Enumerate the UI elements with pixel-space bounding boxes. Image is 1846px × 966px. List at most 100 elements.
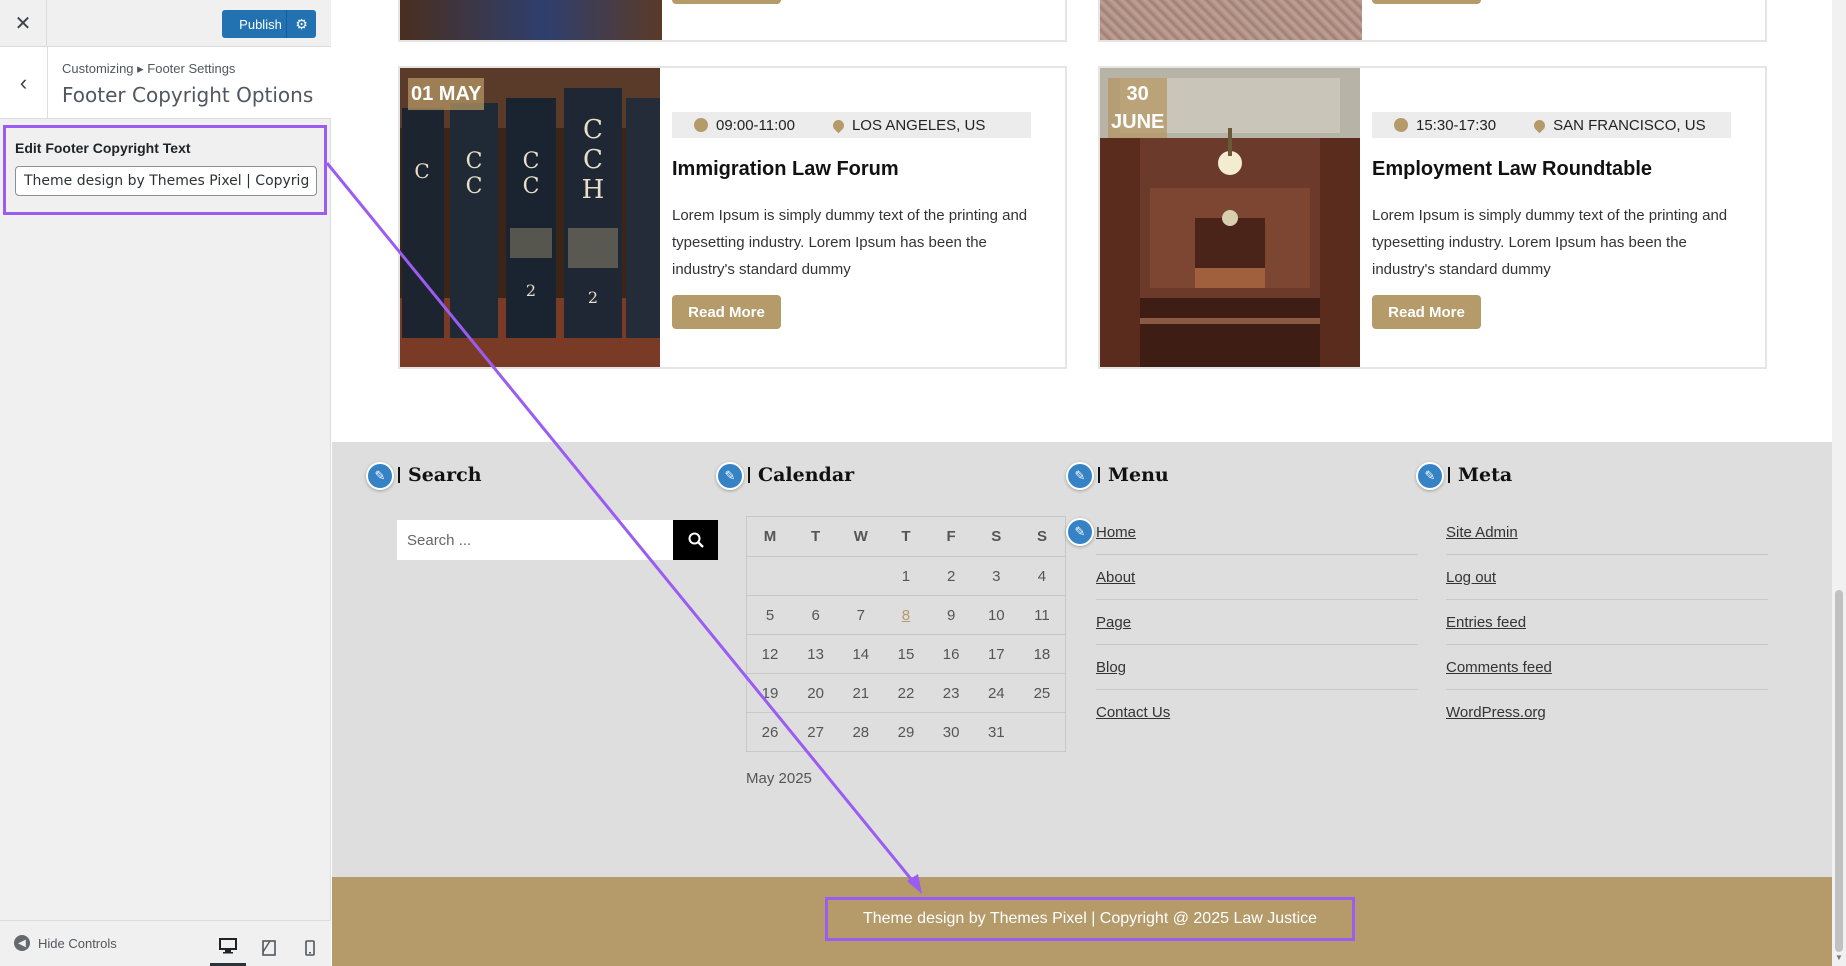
edit-pencil-icon[interactable]: ✎ — [716, 462, 744, 490]
widget-title-calendar: Calendar — [748, 464, 854, 486]
list-item-link[interactable]: Log out — [1446, 555, 1768, 600]
calendar-day-header: T — [883, 516, 929, 557]
event-time-label: 15:30-17:30 — [1416, 116, 1497, 134]
event-location-label: SAN FRANCISCO, US — [1553, 116, 1706, 134]
calendar-day-cell: 16 — [928, 634, 974, 674]
hide-controls-label: Hide Controls — [38, 935, 117, 951]
site-preview: C C C C C C C H 2 2 01 MAY 09:00-11:00 L… — [332, 0, 1832, 966]
title-bar-icon — [1448, 467, 1450, 483]
event-card-partial — [398, 0, 1067, 42]
widget-title-menu: Menu — [1098, 464, 1169, 486]
svg-text:C: C — [523, 149, 540, 174]
widget-title-label: Search — [408, 464, 482, 486]
calendar-day-cell: 2 — [928, 556, 974, 596]
search-input[interactable]: Search ... — [397, 520, 673, 560]
breadcrumb: Customizing ▸ Footer Settings — [62, 61, 236, 76]
copyright-text-input[interactable] — [15, 166, 317, 196]
list-item-link[interactable]: About — [1096, 555, 1418, 600]
svg-text:C: C — [583, 115, 603, 145]
calendar-day-cell: 5 — [746, 595, 794, 635]
edit-pencil-icon[interactable]: ✎ — [1066, 518, 1094, 546]
read-more-button-partial[interactable] — [1372, 0, 1481, 4]
calendar-day-header: F — [928, 516, 974, 557]
calendar-day-cell — [793, 556, 839, 596]
mobile-preview-icon[interactable] — [292, 929, 328, 966]
widget-title-meta: Meta — [1448, 464, 1512, 486]
back-arrow-icon[interactable]: ‹ — [0, 47, 48, 119]
calendar-day-header: M — [746, 516, 794, 557]
list-item-link[interactable]: Page — [1096, 600, 1418, 645]
clock-icon — [1394, 118, 1408, 132]
list-item-link[interactable]: Home — [1096, 510, 1418, 555]
meta-list: Site Admin Log out Entries feed Comments fe… — [1446, 510, 1768, 735]
calendar-caption: May 2025 — [746, 770, 812, 787]
calendar-day-cell: 9 — [928, 595, 974, 635]
customizer-footer: ◀ Hide Controls — [0, 920, 331, 966]
event-title[interactable]: Immigration Law Forum — [672, 158, 899, 181]
svg-text:H: H — [582, 175, 605, 205]
desktop-preview-icon[interactable] — [210, 929, 246, 966]
widget-title-label: Calendar — [758, 464, 855, 486]
edit-pencil-icon[interactable]: ✎ — [366, 462, 394, 490]
event-time-label: 09:00-11:00 — [716, 116, 795, 134]
customizer-header: ✕ Publish ⚙ — [0, 0, 331, 47]
svg-text:C: C — [466, 174, 483, 199]
list-item-link[interactable]: Entries feed — [1446, 600, 1768, 645]
calendar-day-cell: 6 — [793, 595, 839, 635]
calendar-day-cell: 30 — [928, 712, 974, 752]
calendar-day-cell: 19 — [746, 673, 794, 713]
title-bar-icon — [748, 467, 750, 483]
event-date-month: JUNE — [1111, 111, 1165, 133]
list-item-link[interactable]: Site Admin — [1446, 510, 1768, 555]
read-more-button[interactable]: Read More — [672, 295, 781, 329]
event-meta-bar: 15:30-17:30 SAN FRANCISCO, US — [1372, 112, 1731, 138]
calendar-week-row: 12 13 14 15 16 17 18 — [746, 634, 1066, 674]
calendar-day-cell: 28 — [838, 712, 884, 752]
hide-controls-button[interactable]: ◀ Hide Controls — [14, 935, 117, 951]
calendar-week-row: 19 20 21 22 23 24 25 — [746, 673, 1066, 713]
calendar-day-header: S — [973, 516, 1019, 557]
read-more-button[interactable]: Read More — [1372, 295, 1481, 329]
svg-text:C: C — [583, 145, 603, 175]
widget-title-label: Meta — [1458, 464, 1513, 486]
title-bar-icon — [1098, 467, 1100, 483]
calendar-day-cell — [1018, 712, 1066, 752]
list-item-link[interactable]: WordPress.org — [1446, 690, 1768, 735]
copyright-text[interactable]: Theme design by Themes Pixel | Copyright… — [825, 897, 1355, 941]
search-icon[interactable] — [673, 520, 718, 560]
calendar-week-row: 5 6 7 8 9 10 11 — [746, 595, 1066, 635]
location-pin-icon — [1531, 117, 1548, 133]
calendar-day-header: W — [838, 516, 884, 557]
widget-title-search: Search — [398, 464, 482, 486]
read-more-button-partial[interactable] — [672, 0, 781, 4]
svg-text:C: C — [523, 174, 540, 199]
gear-icon[interactable]: ⚙ — [286, 10, 316, 38]
edit-pencil-icon[interactable]: ✎ — [1066, 462, 1094, 490]
list-item-link[interactable]: Comments feed — [1446, 645, 1768, 690]
field-label: Edit Footer Copyright Text — [15, 140, 191, 156]
event-card: C C C C C C C H 2 2 01 MAY 09:00-11:00 L… — [398, 66, 1067, 369]
collapse-icon: ◀ — [14, 935, 30, 951]
close-icon[interactable]: ✕ — [0, 0, 47, 47]
event-title[interactable]: Employment Law Roundtable — [1372, 158, 1652, 181]
customizer-sidebar: ✕ Publish ⚙ ‹ Customizing ▸ Footer Setti… — [0, 0, 331, 966]
event-time: 09:00-11:00 — [694, 117, 795, 134]
calendar-day-cell: 1 — [883, 556, 929, 596]
calendar-day-link[interactable]: 8 — [902, 607, 910, 624]
edit-pencil-icon[interactable]: ✎ — [1416, 462, 1444, 490]
preview-scrollbar[interactable]: ▼ — [1832, 0, 1846, 966]
event-image-partial — [1100, 0, 1362, 40]
calendar-day-cell — [746, 556, 794, 596]
list-item-link[interactable]: Blog — [1096, 645, 1418, 690]
tablet-preview-icon[interactable] — [251, 929, 287, 966]
svg-text:2: 2 — [526, 281, 536, 300]
calendar-day-cell: 21 — [838, 673, 884, 713]
calendar-day-cell: 13 — [793, 634, 839, 674]
title-bar-icon — [398, 467, 400, 483]
svg-text:C: C — [466, 149, 483, 174]
scroll-down-arrow-icon[interactable]: ▼ — [1835, 953, 1843, 962]
event-date-day: 30 — [1126, 83, 1149, 105]
scrollbar-thumb[interactable] — [1835, 590, 1843, 952]
list-item-link[interactable]: Contact Us — [1096, 690, 1418, 735]
menu-list: Home About Page Blog Contact Us — [1096, 510, 1418, 735]
